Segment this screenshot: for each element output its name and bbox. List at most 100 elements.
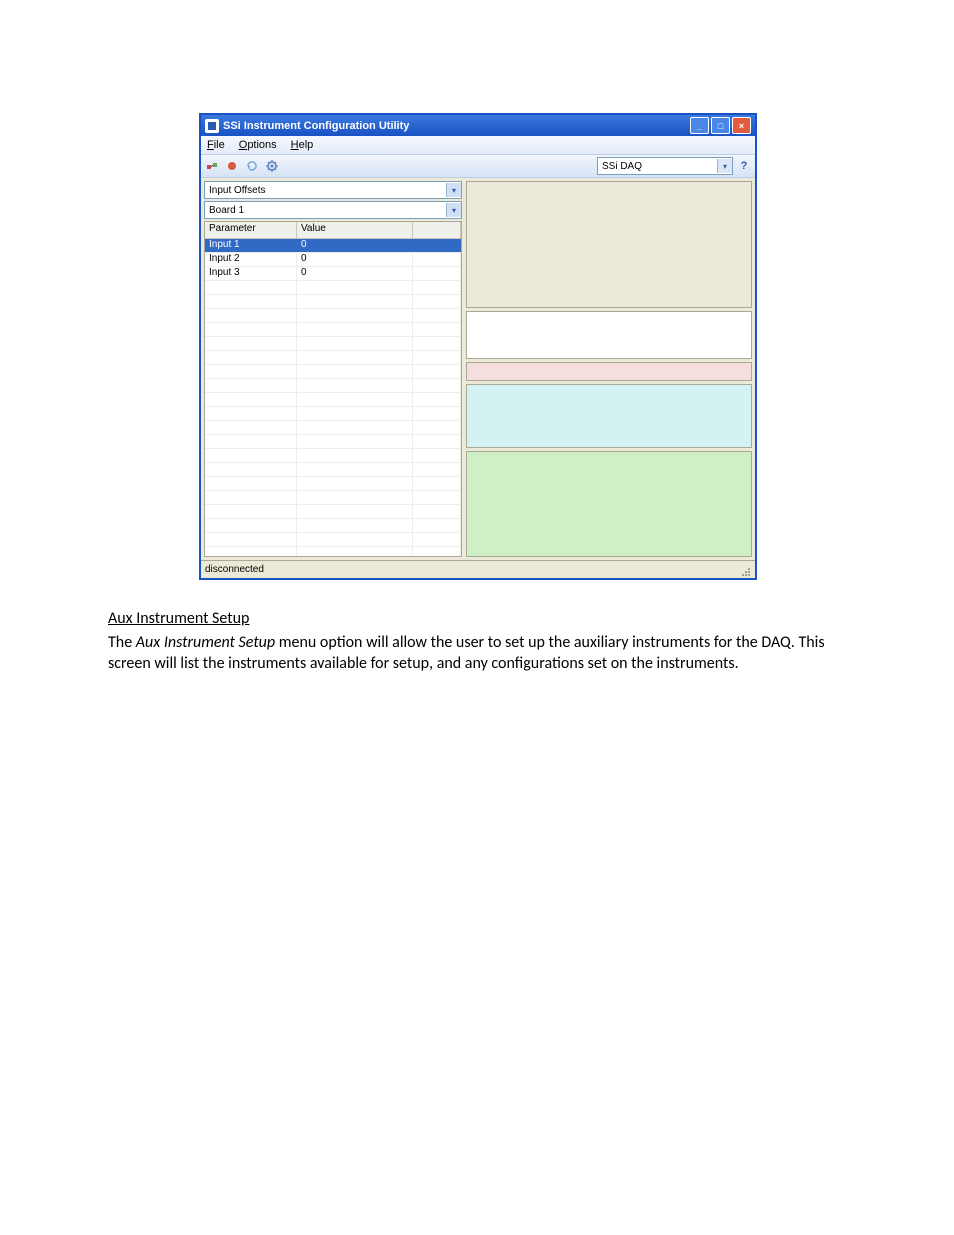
cell-value: 0 (297, 267, 413, 280)
content-area: Input Offsets ▾ Board 1 ▾ Parameter Valu… (201, 178, 755, 560)
table-row[interactable] (205, 533, 461, 547)
left-panel: Input Offsets ▾ Board 1 ▾ Parameter Valu… (204, 181, 462, 557)
chevron-down-icon: ▾ (446, 183, 461, 197)
table-row[interactable] (205, 323, 461, 337)
table-row[interactable] (205, 351, 461, 365)
status-text: disconnected (205, 564, 737, 575)
disconnect-icon[interactable] (225, 159, 239, 173)
close-button[interactable]: × (732, 117, 751, 134)
minimize-button[interactable]: _ (690, 117, 709, 134)
table-row[interactable] (205, 365, 461, 379)
table-row[interactable]: Input 30 (205, 267, 461, 281)
cell-parameter (205, 421, 297, 434)
table-row[interactable] (205, 379, 461, 393)
right-panel (466, 181, 752, 557)
cell-value (297, 281, 413, 294)
cell-parameter (205, 477, 297, 490)
preview-panel-white (466, 311, 752, 359)
cell-parameter: Input 1 (205, 239, 297, 252)
refresh-icon[interactable] (245, 159, 259, 173)
cell-extra (413, 323, 461, 336)
col-header-value[interactable]: Value (297, 222, 413, 238)
table-row[interactable] (205, 477, 461, 491)
cell-value (297, 365, 413, 378)
table-row[interactable] (205, 309, 461, 323)
cell-extra (413, 337, 461, 350)
table-row[interactable] (205, 449, 461, 463)
board-select[interactable]: Board 1 ▾ (204, 201, 462, 219)
cell-extra (413, 281, 461, 294)
device-select-value: SSi DAQ (602, 161, 717, 172)
help-icon[interactable]: ? (737, 159, 751, 173)
doc-heading: Aux Instrument Setup (108, 608, 846, 630)
cell-value (297, 337, 413, 350)
cell-extra (413, 421, 461, 434)
cell-extra (413, 351, 461, 364)
cell-extra (413, 435, 461, 448)
cell-value: 0 (297, 239, 413, 252)
table-row[interactable] (205, 519, 461, 533)
cell-parameter (205, 505, 297, 518)
col-header-parameter[interactable]: Parameter (205, 222, 297, 238)
cell-parameter (205, 295, 297, 308)
cell-value (297, 295, 413, 308)
table-row[interactable] (205, 547, 461, 556)
cell-extra (413, 309, 461, 322)
cell-extra (413, 449, 461, 462)
cell-value (297, 323, 413, 336)
cell-value (297, 449, 413, 462)
cell-value (297, 421, 413, 434)
cell-parameter (205, 337, 297, 350)
table-row[interactable] (205, 435, 461, 449)
cell-value (297, 379, 413, 392)
cell-parameter (205, 547, 297, 556)
cell-value (297, 407, 413, 420)
table-row[interactable]: Input 10 (205, 239, 461, 253)
col-header-extra[interactable] (413, 222, 461, 238)
maximize-button[interactable]: □ (711, 117, 730, 134)
cell-parameter (205, 351, 297, 364)
table-row[interactable] (205, 463, 461, 477)
device-select[interactable]: SSi DAQ ▾ (597, 157, 733, 175)
cell-parameter (205, 463, 297, 476)
table-row[interactable]: Input 20 (205, 253, 461, 267)
cell-value (297, 393, 413, 406)
category-select-value: Input Offsets (209, 185, 446, 196)
cell-extra (413, 533, 461, 546)
cell-extra (413, 379, 461, 392)
chevron-down-icon: ▾ (446, 203, 461, 217)
table-row[interactable] (205, 421, 461, 435)
table-row[interactable] (205, 281, 461, 295)
cell-extra (413, 365, 461, 378)
table-row[interactable] (205, 491, 461, 505)
cell-value (297, 435, 413, 448)
table-row[interactable] (205, 393, 461, 407)
cell-extra (413, 253, 461, 266)
cell-extra (413, 267, 461, 280)
menu-options[interactable]: Options (239, 139, 277, 151)
table-row[interactable] (205, 505, 461, 519)
table-row[interactable] (205, 337, 461, 351)
cell-extra (413, 491, 461, 504)
toolbar: SSi DAQ ▾ ? (201, 155, 755, 178)
chevron-down-icon: ▾ (717, 159, 732, 173)
cell-extra (413, 477, 461, 490)
category-select[interactable]: Input Offsets ▾ (204, 181, 462, 199)
titlebar[interactable]: SSi Instrument Configuration Utility _ □… (201, 115, 755, 136)
resize-grip-icon[interactable] (737, 563, 751, 577)
menu-help[interactable]: Help (291, 139, 314, 151)
menu-file[interactable]: File (207, 139, 225, 151)
window-title: SSi Instrument Configuration Utility (223, 120, 690, 132)
settings-icon[interactable] (265, 159, 279, 173)
cell-parameter: Input 2 (205, 253, 297, 266)
table-row[interactable] (205, 407, 461, 421)
grid-body: Input 10Input 20Input 30 (205, 239, 461, 556)
preview-panel-pink (466, 362, 752, 381)
cell-extra (413, 393, 461, 406)
cell-extra (413, 463, 461, 476)
connect-icon[interactable] (205, 159, 219, 173)
cell-parameter (205, 309, 297, 322)
table-row[interactable] (205, 295, 461, 309)
cell-extra (413, 239, 461, 252)
cell-value (297, 351, 413, 364)
